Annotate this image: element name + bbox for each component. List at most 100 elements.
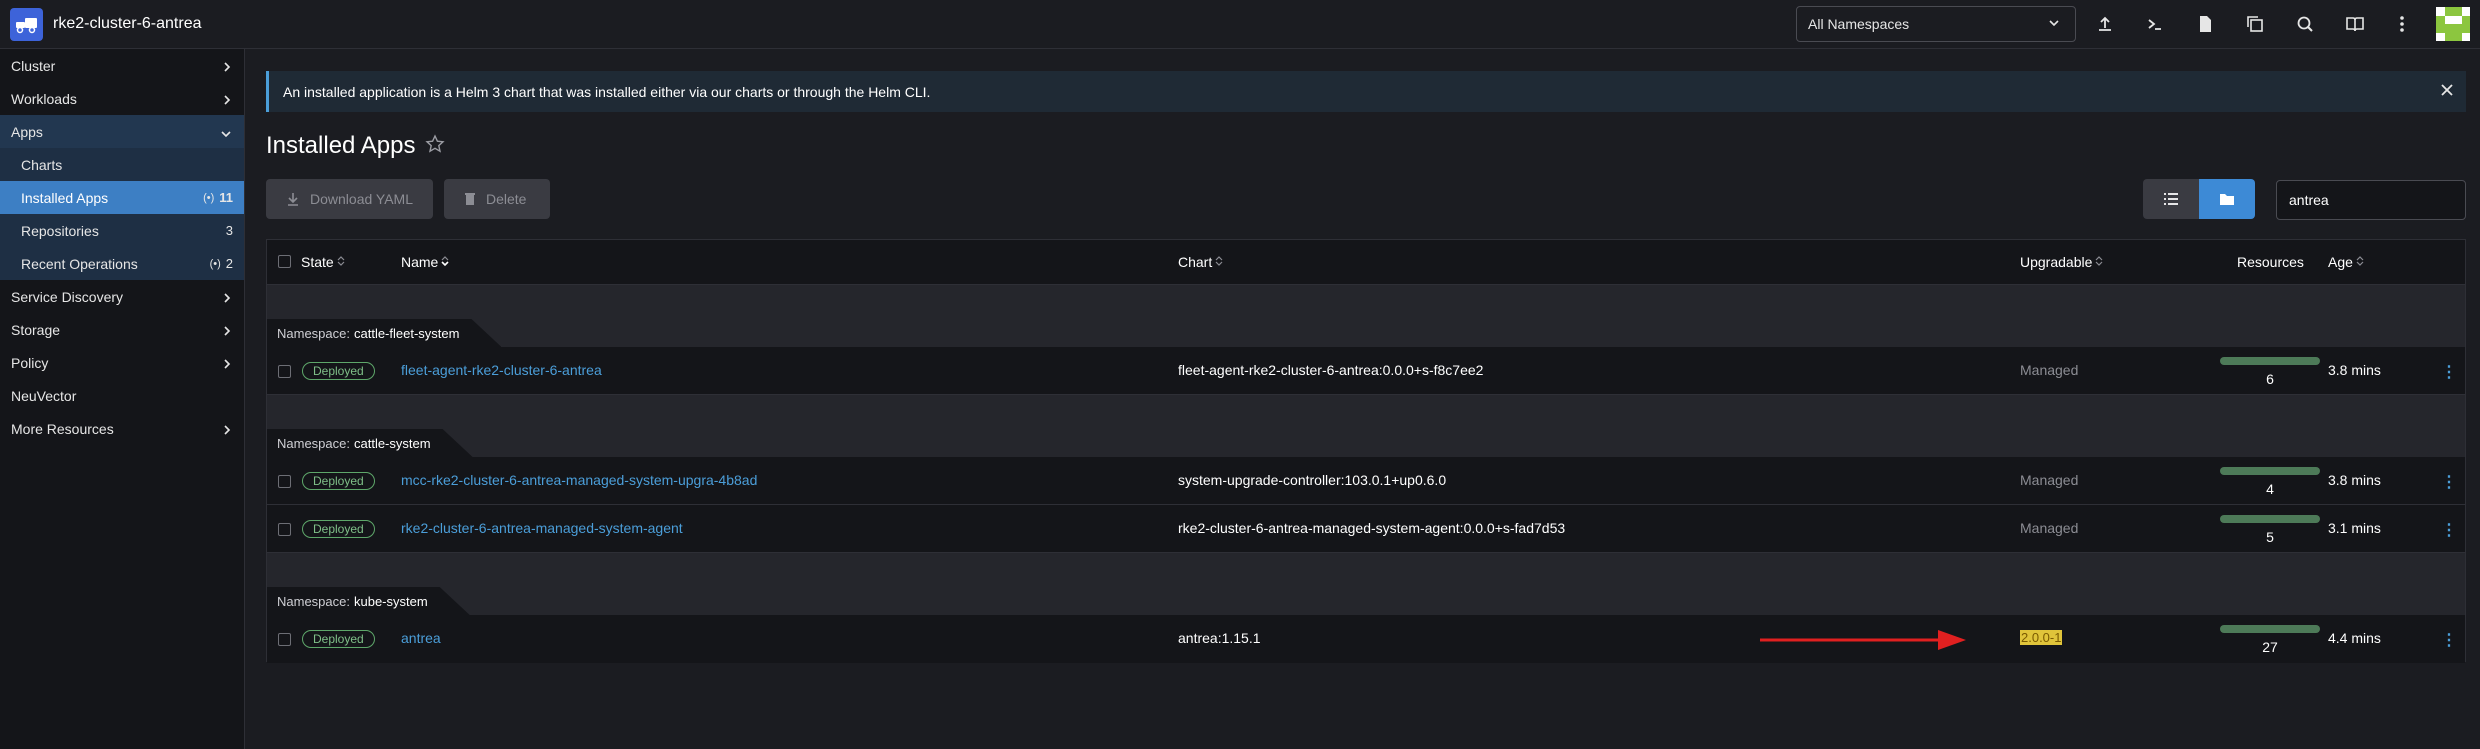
trash-icon bbox=[465, 193, 475, 205]
header-name-label: Name bbox=[401, 254, 439, 270]
search-icon[interactable] bbox=[2293, 12, 2317, 36]
table-row[interactable]: Deployed rke2-cluster-6-antrea-managed-s… bbox=[267, 505, 2465, 553]
annotation-arrow-icon bbox=[1760, 630, 1966, 650]
age-value: 4.4 mins bbox=[2328, 630, 2381, 646]
sidebar-item-repositories[interactable]: Repositories 3 bbox=[0, 214, 244, 247]
header-age[interactable]: Age bbox=[2328, 254, 2364, 270]
group-by-namespace-button[interactable] bbox=[2199, 179, 2255, 219]
row-checkbox[interactable] bbox=[278, 475, 291, 488]
sidebar-item-label: More Resources bbox=[11, 420, 114, 437]
upgradable-value: Managed bbox=[2020, 362, 2079, 378]
chevron-right-icon bbox=[222, 324, 232, 340]
sidebar-item-recent-operations[interactable]: Recent Operations (•) 2 bbox=[0, 247, 244, 280]
namespace-group-label: Namespace: cattle-fleet-system bbox=[267, 319, 501, 347]
header-state-label: State bbox=[301, 254, 334, 270]
list-view-button[interactable] bbox=[2143, 179, 2199, 219]
app-name-link[interactable]: fleet-agent-rke2-cluster-6-antrea bbox=[401, 362, 602, 378]
header-resources: Resources bbox=[2237, 254, 2304, 270]
sort-icon bbox=[337, 254, 345, 270]
sidebar-item-count: 3 bbox=[225, 223, 233, 238]
chart-value: rke2-cluster-6-antrea-managed-system-age… bbox=[1178, 520, 1566, 536]
close-icon[interactable] bbox=[2440, 83, 2454, 100]
row-actions-icon[interactable]: ⋮ bbox=[2441, 520, 2457, 540]
header-age-label: Age bbox=[2328, 254, 2353, 270]
row-checkbox[interactable] bbox=[278, 523, 291, 536]
namespace-prefix: Namespace: bbox=[277, 325, 350, 341]
chevron-right-icon bbox=[222, 423, 232, 439]
upload-icon[interactable] bbox=[2093, 12, 2117, 36]
select-all-checkbox[interactable] bbox=[278, 255, 291, 268]
table-row[interactable]: Deployed antrea antrea:1.15.1 2.0.0-1 27… bbox=[267, 615, 2465, 663]
header-upgradable[interactable]: Upgradable bbox=[2020, 254, 2103, 270]
download-yaml-button[interactable]: Download YAML bbox=[266, 179, 433, 219]
namespace-select[interactable]: All Namespaces bbox=[1796, 6, 2076, 42]
chevron-right-icon bbox=[222, 60, 232, 76]
chevron-down-icon bbox=[2047, 16, 2061, 33]
star-icon[interactable] bbox=[425, 133, 446, 161]
page-title-text: Installed Apps bbox=[266, 132, 416, 159]
user-avatar[interactable] bbox=[2436, 7, 2470, 41]
upgradable-value: Managed bbox=[2020, 472, 2079, 488]
namespace-name: kube-system bbox=[353, 593, 428, 609]
namespace-prefix: Namespace: bbox=[277, 593, 350, 609]
sidebar-item-cluster[interactable]: Cluster bbox=[0, 49, 244, 82]
namespace-group-label: Namespace: cattle-system bbox=[267, 429, 473, 457]
header-chart-label: Chart bbox=[1178, 254, 1213, 270]
more-vertical-icon[interactable] bbox=[2390, 12, 2414, 36]
namespace-name: cattle-system bbox=[353, 435, 431, 451]
download-yaml-label: Download YAML bbox=[310, 191, 413, 207]
view-toggle bbox=[2143, 179, 2255, 219]
table-row[interactable]: Deployed fleet-agent-rke2-cluster-6-antr… bbox=[267, 347, 2465, 395]
sidebar-item-service-discovery[interactable]: Service Discovery bbox=[0, 280, 244, 313]
list-icon bbox=[2164, 193, 2178, 205]
terminal-icon[interactable] bbox=[2143, 12, 2167, 36]
sidebar-item-apps[interactable]: Apps bbox=[0, 115, 244, 148]
sidebar-item-workloads[interactable]: Workloads bbox=[0, 82, 244, 115]
app-name-link[interactable]: mcc-rke2-cluster-6-antrea-managed-system… bbox=[401, 472, 757, 488]
namespace-group-label: Namespace: kube-system bbox=[267, 587, 470, 615]
row-checkbox[interactable] bbox=[278, 365, 291, 378]
sidebar-item-installed-apps[interactable]: Installed Apps (•) 11 bbox=[0, 181, 244, 214]
chevron-down-icon bbox=[220, 126, 232, 142]
sidebar-item-label: Service Discovery bbox=[11, 288, 124, 305]
namespace-prefix: Namespace: bbox=[277, 435, 350, 451]
status-badge: Deployed bbox=[302, 362, 375, 380]
namespace-group-row: Namespace: kube-system bbox=[267, 553, 2465, 615]
header-upgradable-label: Upgradable bbox=[2020, 254, 2093, 270]
search-input[interactable]: antrea bbox=[2276, 180, 2466, 220]
sidebar-item-storage[interactable]: Storage bbox=[0, 313, 244, 346]
header-chart[interactable]: Chart bbox=[1178, 254, 1223, 270]
folder-icon bbox=[2220, 194, 2234, 205]
row-actions-icon[interactable]: ⋮ bbox=[2441, 630, 2457, 650]
chevron-right-icon bbox=[222, 291, 232, 307]
sidebar-item-label: Storage bbox=[11, 321, 61, 338]
namespace-group-row: Namespace: cattle-fleet-system bbox=[267, 285, 2465, 347]
sort-icon bbox=[1215, 254, 1223, 270]
sidebar-item-neuvector[interactable]: NeuVector bbox=[0, 379, 244, 412]
cluster-logo-icon[interactable] bbox=[10, 7, 43, 41]
table-row[interactable]: Deployed mcc-rke2-cluster-6-antrea-manag… bbox=[267, 457, 2465, 505]
table-header: State Name Chart Upgradable Resources Ag… bbox=[267, 240, 2465, 285]
row-checkbox[interactable] bbox=[278, 633, 291, 646]
sidebar-item-label: Cluster bbox=[11, 57, 56, 74]
copy-icon[interactable] bbox=[2243, 12, 2267, 36]
namespace-name: cattle-fleet-system bbox=[353, 325, 460, 341]
sidebar-item-label: Charts bbox=[21, 156, 63, 173]
sort-icon bbox=[2356, 254, 2364, 270]
file-icon[interactable] bbox=[2193, 12, 2217, 36]
age-value: 3.8 mins bbox=[2328, 362, 2381, 378]
chart-value: system-upgrade-controller:103.0.1+up0.6.… bbox=[1178, 472, 1447, 488]
header-state[interactable]: State bbox=[301, 254, 345, 270]
sidebar-item-more-resources[interactable]: More Resources bbox=[0, 412, 244, 445]
row-actions-icon[interactable]: ⋮ bbox=[2441, 362, 2457, 382]
sidebar-item-policy[interactable]: Policy bbox=[0, 346, 244, 379]
row-actions-icon[interactable]: ⋮ bbox=[2441, 472, 2457, 492]
delete-button[interactable]: Delete bbox=[444, 179, 550, 219]
book-icon[interactable] bbox=[2343, 12, 2367, 36]
resources-bar bbox=[2220, 625, 2320, 633]
header-name[interactable]: Name bbox=[401, 254, 449, 270]
sidebar-item-charts[interactable]: Charts bbox=[0, 148, 244, 181]
app-name-link[interactable]: rke2-cluster-6-antrea-managed-system-age… bbox=[401, 520, 683, 536]
app-name-link[interactable]: antrea bbox=[401, 630, 441, 646]
upgradable-value[interactable]: 2.0.0-1 bbox=[2020, 630, 2063, 645]
